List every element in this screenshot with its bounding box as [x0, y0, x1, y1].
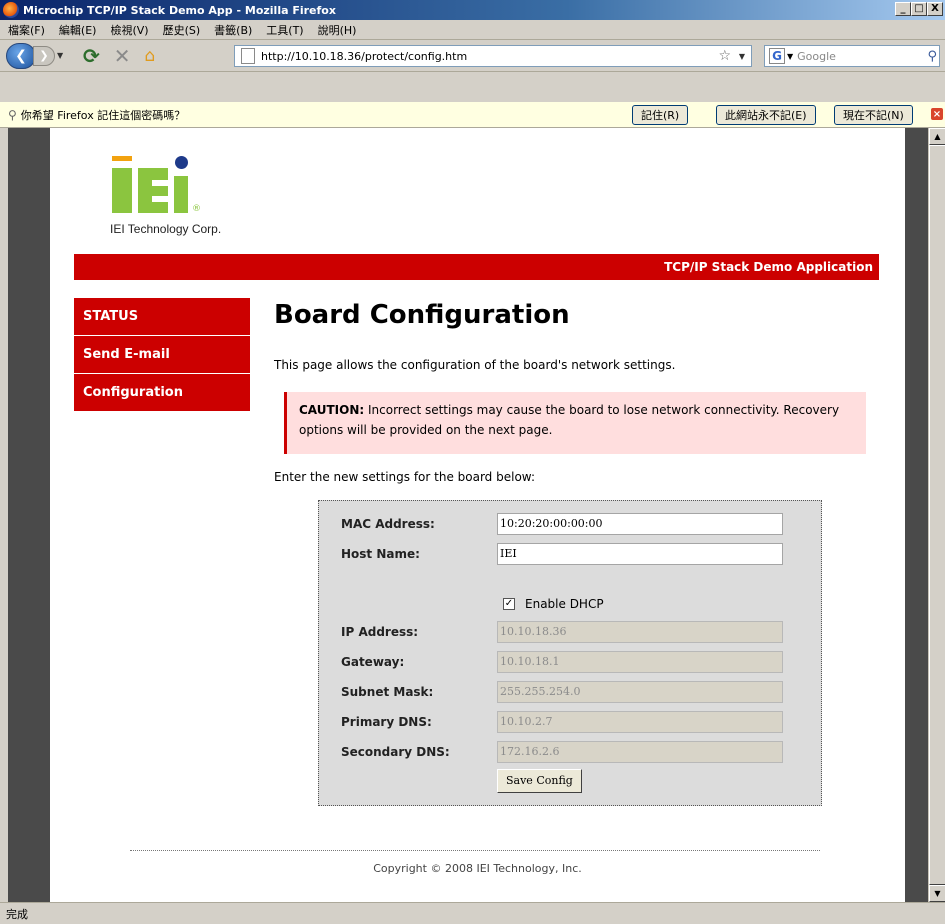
- page-icon: [241, 48, 255, 64]
- ip-label: IP Address:: [341, 625, 419, 639]
- remember-button[interactable]: 記住(R): [632, 105, 689, 125]
- footer-divider: [130, 850, 820, 851]
- gateway-input[interactable]: 10.10.18.1: [497, 651, 783, 673]
- password-notification-bar: ⚲ 你希望 Firefox 記住這個密碼嗎？ 記住(R) 此網站永不記(E) 現…: [0, 102, 945, 128]
- company-name: IEI Technology Corp.: [110, 222, 222, 236]
- forward-button[interactable]: ❯: [33, 45, 55, 66]
- back-arrow-icon: ❮: [15, 47, 27, 64]
- site-banner: TCP/IP Stack Demo Application: [74, 254, 879, 280]
- enter-settings-text: Enter the new settings for the board bel…: [274, 470, 535, 484]
- firefox-icon: [3, 2, 19, 18]
- scroll-down-icon[interactable]: ▼: [929, 885, 945, 902]
- mac-input[interactable]: 10:20:20:00:00:00: [497, 513, 783, 535]
- primary-dns-label: Primary DNS:: [341, 715, 432, 729]
- host-input[interactable]: IEI: [497, 543, 783, 565]
- nav-send-email[interactable]: Send E-mail: [74, 336, 250, 374]
- main-content: Board Configuration This page allows the…: [274, 298, 874, 484]
- bookmark-star-icon[interactable]: ☆: [718, 48, 731, 64]
- search-placeholder[interactable]: Google: [797, 50, 836, 63]
- never-remember-button[interactable]: 此網站永不記(E): [716, 105, 816, 125]
- window-title-bar: Microchip TCP/IP Stack Demo App - Mozill…: [0, 0, 945, 20]
- dhcp-checkbox[interactable]: ✓: [503, 598, 515, 610]
- search-bar[interactable]: G ▼ Google ⚲: [764, 45, 940, 67]
- dhcp-label: Enable DHCP: [525, 597, 604, 611]
- menu-help[interactable]: 說明(H): [318, 22, 357, 38]
- reload-icon[interactable]: ⟳: [83, 44, 100, 68]
- status-bar: 完成: [0, 902, 945, 924]
- vertical-scrollbar[interactable]: ▲ ▼: [928, 128, 945, 902]
- menu-view[interactable]: 檢視(V): [110, 22, 148, 38]
- subnet-input[interactable]: 255.255.254.0: [497, 681, 783, 703]
- host-label: Host Name:: [341, 547, 420, 561]
- gateway-label: Gateway:: [341, 655, 405, 669]
- key-icon: ⚲: [8, 107, 17, 122]
- nav-status[interactable]: STATUS: [74, 298, 250, 336]
- dhcp-option[interactable]: ✓ Enable DHCP: [503, 597, 604, 611]
- primary-dns-input[interactable]: 10.10.2.7: [497, 711, 783, 733]
- minimize-button[interactable]: _: [895, 2, 911, 16]
- menu-history[interactable]: 歷史(S): [163, 22, 201, 38]
- secondary-dns-input[interactable]: 172.16.2.6: [497, 741, 783, 763]
- menu-bookmarks[interactable]: 書籤(B): [214, 22, 252, 38]
- status-text: 完成: [6, 907, 28, 921]
- secondary-dns-label: Secondary DNS:: [341, 745, 450, 759]
- mac-label: MAC Address:: [341, 517, 435, 531]
- window-controls: _ □ X: [895, 2, 943, 16]
- address-bar[interactable]: http://10.10.18.36/protect/config.htm ☆ …: [234, 45, 752, 67]
- close-notification-icon[interactable]: ×: [931, 108, 943, 120]
- caution-box: CAUTION: Incorrect settings may cause th…: [284, 392, 866, 454]
- side-navigation: STATUS Send E-mail Configuration: [74, 298, 250, 412]
- notification-message: 你希望 Firefox 記住這個密碼嗎？: [20, 108, 186, 122]
- menu-file[interactable]: 檔案(F): [8, 22, 45, 38]
- caution-text: Incorrect settings may cause the board t…: [299, 403, 840, 437]
- history-dropdown-icon[interactable]: ▼: [57, 51, 69, 60]
- scroll-thumb[interactable]: [929, 145, 945, 885]
- window-title: Microchip TCP/IP Stack Demo App - Mozill…: [23, 3, 336, 17]
- browser-viewport: ® IEI Technology Corp. TCP/IP Stack Demo…: [8, 128, 928, 902]
- save-config-button[interactable]: Save Config: [497, 769, 582, 793]
- search-icon[interactable]: ⚲: [927, 49, 937, 64]
- ip-input[interactable]: 10.10.18.36: [497, 621, 783, 643]
- google-engine-icon[interactable]: G: [769, 48, 785, 64]
- home-icon[interactable]: ⌂: [145, 46, 156, 66]
- stop-icon[interactable]: ✕: [114, 44, 131, 68]
- web-page: ® IEI Technology Corp. TCP/IP Stack Demo…: [50, 128, 905, 902]
- page-title: Board Configuration: [274, 300, 570, 330]
- engine-dropdown-icon[interactable]: ▼: [787, 52, 793, 61]
- url-text[interactable]: http://10.10.18.36/protect/config.htm: [261, 50, 467, 63]
- subnet-label: Subnet Mask:: [341, 685, 434, 699]
- caution-label: CAUTION:: [299, 403, 365, 417]
- back-button[interactable]: ❮: [6, 42, 36, 69]
- close-button[interactable]: X: [927, 2, 943, 16]
- not-now-button[interactable]: 現在不記(N): [834, 105, 913, 125]
- iei-logo: ® IEI Technology Corp.: [110, 156, 242, 246]
- config-form: MAC Address: 10:20:20:00:00:00 Host Name…: [318, 500, 822, 806]
- scroll-up-icon[interactable]: ▲: [929, 128, 945, 145]
- menu-edit[interactable]: 編輯(E): [59, 22, 97, 38]
- copyright-text: Copyright © 2008 IEI Technology, Inc.: [373, 862, 582, 875]
- intro-text: This page allows the configuration of th…: [274, 358, 676, 372]
- url-dropdown-icon[interactable]: ▼: [739, 52, 745, 61]
- navigation-toolbar: ❮ ❯ ▼ ⟳ ✕ ⌂ http://10.10.18.36/protect/c…: [0, 40, 945, 72]
- menu-tools[interactable]: 工具(T): [266, 22, 303, 38]
- menu-bar: 檔案(F) 編輯(E) 檢視(V) 歷史(S) 書籤(B) 工具(T) 說明(H…: [0, 20, 945, 40]
- maximize-button[interactable]: □: [911, 2, 927, 16]
- forward-arrow-icon: ❯: [39, 49, 49, 62]
- nav-configuration[interactable]: Configuration: [74, 374, 250, 412]
